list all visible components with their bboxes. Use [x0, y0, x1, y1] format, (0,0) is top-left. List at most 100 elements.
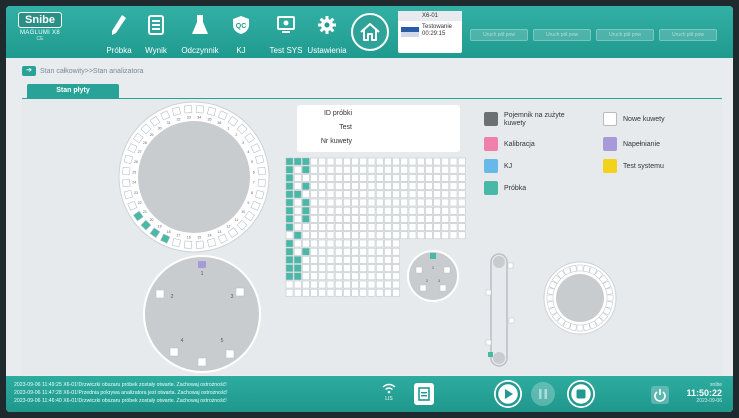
wash-position[interactable] — [582, 264, 591, 273]
cuvette-cell[interactable] — [334, 165, 343, 174]
reagent-position[interactable] — [257, 178, 266, 188]
cuvette-cell[interactable] — [334, 288, 343, 297]
cuvette-cell[interactable] — [293, 223, 302, 231]
cuvette-cell[interactable] — [293, 157, 302, 166]
cuvette-cell[interactable] — [392, 174, 400, 182]
cuvette-cell[interactable] — [293, 239, 302, 248]
cuvette-cell[interactable] — [302, 182, 310, 190]
cuvette-cell[interactable] — [457, 190, 466, 199]
reagent-position[interactable] — [171, 106, 182, 116]
cuvette-cell[interactable] — [425, 198, 433, 207]
cuvette-cell[interactable] — [326, 239, 335, 248]
cuvette-cell[interactable] — [318, 165, 327, 174]
cuvette-cell[interactable] — [318, 190, 327, 199]
cuvette-cell[interactable] — [449, 215, 458, 223]
cuvette-cell[interactable] — [359, 157, 368, 166]
cuvette-cell[interactable] — [367, 247, 376, 256]
cuvette-cell[interactable] — [449, 157, 458, 166]
cuvette-cell[interactable] — [334, 247, 343, 256]
power-button[interactable] — [651, 386, 669, 404]
cuvette-cell[interactable] — [359, 190, 368, 199]
cuvette-cell[interactable] — [416, 206, 425, 215]
cuvette-cell[interactable] — [384, 190, 392, 199]
cuvette-cell[interactable] — [351, 239, 359, 248]
cuvette-cell[interactable] — [457, 165, 466, 174]
incubation-slot[interactable] — [439, 284, 447, 292]
cuvette-cell[interactable] — [433, 182, 441, 190]
wash-position[interactable] — [546, 294, 554, 302]
cuvette-cell[interactable] — [441, 174, 450, 182]
cuvette-cell[interactable] — [367, 157, 376, 166]
cuvette-cell[interactable] — [441, 206, 450, 215]
cuvette-cell[interactable] — [384, 264, 392, 272]
cuvette-cell[interactable] — [343, 223, 351, 231]
cuvette-cell[interactable] — [302, 231, 310, 240]
cuvette-cell[interactable] — [318, 182, 327, 190]
cuvette-cell[interactable] — [441, 190, 450, 199]
reagent-position[interactable] — [123, 189, 133, 200]
cuvette-cell[interactable] — [392, 288, 400, 297]
cuvette-cell[interactable] — [310, 198, 318, 207]
cuvette-cell[interactable] — [302, 198, 310, 207]
cuvette-cell[interactable] — [367, 288, 376, 297]
cuvette-cell[interactable] — [343, 198, 351, 207]
cuvette-cell[interactable] — [367, 264, 376, 272]
cuvette-cell[interactable] — [457, 182, 466, 190]
cuvette-cell[interactable] — [302, 206, 310, 215]
cuvette-cell[interactable] — [433, 215, 441, 223]
cuvette-cell[interactable] — [433, 206, 441, 215]
cuvette-cell[interactable] — [326, 231, 335, 240]
cuvette-cell[interactable] — [375, 272, 384, 281]
cuvette-cell[interactable] — [425, 182, 433, 190]
cuvette-cell[interactable] — [367, 190, 376, 199]
cuvette-cell[interactable] — [408, 190, 417, 199]
notebook-button[interactable] — [414, 383, 434, 405]
sample-rack-slot[interactable] — [225, 349, 235, 359]
wash-position[interactable] — [576, 264, 584, 272]
cuvette-cell[interactable] — [310, 272, 318, 281]
cuvette-cell[interactable] — [375, 256, 384, 264]
cuvette-cell[interactable] — [326, 206, 335, 215]
cuvette-cell[interactable] — [302, 157, 310, 166]
cuvette-cell[interactable] — [285, 182, 294, 190]
cuvette-cell[interactable] — [318, 206, 327, 215]
cuvette-cell[interactable] — [392, 264, 400, 272]
cuvette-cell[interactable] — [416, 190, 425, 199]
cuvette-cell[interactable] — [384, 247, 392, 256]
cuvette-cell[interactable] — [302, 215, 310, 223]
cuvette-cell[interactable] — [375, 165, 384, 174]
cuvette-cell[interactable] — [433, 174, 441, 182]
cuvette-cell[interactable] — [375, 231, 384, 240]
cuvette-cell[interactable] — [433, 231, 441, 240]
reagent-position[interactable] — [122, 178, 131, 188]
cuvette-cell[interactable] — [343, 272, 351, 281]
cuvette-cell[interactable] — [425, 223, 433, 231]
cuvette-cell[interactable] — [293, 231, 302, 240]
cuvette-cell[interactable] — [318, 280, 327, 289]
cuvette-cell[interactable] — [457, 206, 466, 215]
cuvette-cell[interactable] — [334, 206, 343, 215]
cuvette-cell[interactable] — [449, 174, 458, 182]
cuvette-cell[interactable] — [392, 198, 400, 207]
cuvette-cell[interactable] — [326, 272, 335, 281]
cuvette-cell[interactable] — [367, 272, 376, 281]
cuvette-cell[interactable] — [285, 280, 294, 289]
alarm-messages[interactable]: 2023-09-06 11:49:25 X6-01!Drzwiczki obsz… — [14, 381, 228, 405]
cuvette-cell[interactable] — [400, 206, 409, 215]
cuvette-cell[interactable] — [408, 182, 417, 190]
cuvette-cell[interactable] — [285, 198, 294, 207]
cuvette-cell[interactable] — [433, 190, 441, 199]
reagent-position[interactable] — [206, 106, 217, 116]
reagent-position[interactable] — [123, 154, 133, 165]
cuvette-cell[interactable] — [302, 223, 310, 231]
cuvette-cell[interactable] — [334, 157, 343, 166]
cuvette-cell[interactable] — [375, 223, 384, 231]
cuvette-cell[interactable] — [351, 157, 359, 166]
cuvette-cell[interactable] — [285, 223, 294, 231]
cuvette-cell[interactable] — [392, 165, 400, 174]
cuvette-cell[interactable] — [367, 165, 376, 174]
cuvette-cell[interactable] — [326, 288, 335, 297]
cuvette-cell[interactable] — [425, 231, 433, 240]
cuvette-cell[interactable] — [384, 157, 392, 166]
cuvette-cell[interactable] — [408, 223, 417, 231]
